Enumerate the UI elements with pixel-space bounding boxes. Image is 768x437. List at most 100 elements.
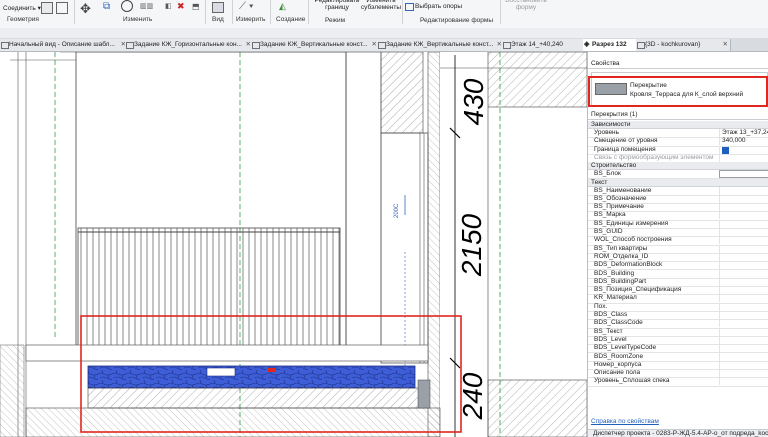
ribbon-divider	[308, 0, 309, 24]
copy-icon[interactable]: ⧉	[103, 1, 110, 12]
door-element	[380, 132, 429, 364]
measure-icon[interactable]: ⟋ ▾	[239, 1, 254, 12]
modify-panel-label: Изменить	[123, 16, 153, 23]
create-panel-label: Создание	[276, 16, 306, 23]
align-icon[interactable]: ▥▥	[140, 2, 153, 10]
property-key: Номер_корпуса	[594, 360, 642, 368]
property-key: BS_Примечание	[594, 203, 644, 211]
property-key: BDS_Level	[594, 335, 627, 343]
property-value[interactable]	[719, 244, 768, 253]
property-value[interactable]	[719, 261, 768, 270]
property-value[interactable]	[719, 186, 768, 195]
property-group-header[interactable]: Зависимости	[588, 121, 768, 129]
close-icon[interactable]: ✕	[723, 39, 728, 51]
properties-help-link[interactable]: Справка по свойствам	[591, 418, 659, 425]
concrete-wall	[380, 52, 424, 134]
property-value[interactable]	[719, 277, 768, 286]
property-group-header[interactable]: Текст	[588, 178, 768, 187]
selected-floor-slab[interactable]	[87, 365, 416, 389]
property-key: BDS_LevelTypeCode	[594, 344, 657, 352]
property-value[interactable]: 340,000	[719, 137, 768, 146]
mirror-icon[interactable]: ◧	[165, 2, 172, 10]
highlight-box	[588, 76, 768, 107]
property-value[interactable]	[719, 203, 768, 212]
property-value[interactable]: Этаж 13_+37,240	[719, 129, 768, 137]
reset-form-button[interactable]: Восстановить форму	[505, 0, 547, 11]
pin-icon[interactable]: ⬒	[192, 2, 200, 11]
property-value[interactable]	[719, 286, 768, 295]
property-value[interactable]	[719, 211, 768, 220]
property-row[interactable]: Уровень_Сплошая спека	[588, 377, 768, 387]
property-value[interactable]	[719, 369, 768, 378]
property-key: BS_Позиция_Спецификация	[594, 286, 682, 294]
drawing-canvas[interactable]: 200С 430 2150 240	[0, 52, 587, 437]
ribbon-divider	[500, 0, 501, 24]
ribbon-divider	[74, 0, 75, 24]
edit-boundary-button[interactable]: Редактировать границу	[312, 0, 362, 11]
floor-structure	[87, 387, 429, 409]
property-value[interactable]	[719, 360, 768, 369]
property-key: BS_Блок	[594, 170, 621, 178]
rotate-icon[interactable]	[121, 0, 133, 12]
property-key: Уровень	[594, 129, 620, 136]
property-key: KR_Материал	[594, 294, 637, 302]
property-value[interactable]	[719, 228, 768, 236]
property-key: BS_Обозначение	[594, 194, 647, 202]
section-drawing: 200С	[0, 52, 587, 437]
property-key: Граница помещения	[594, 145, 656, 153]
checkbox-checked-icon[interactable]	[722, 146, 729, 154]
property-value[interactable]	[719, 319, 768, 328]
tab-start-view[interactable]: Начальный вид - Описание шабл... ✕	[0, 39, 129, 51]
property-value[interactable]	[719, 335, 768, 344]
property-value[interactable]	[719, 236, 768, 245]
property-value[interactable]	[719, 269, 768, 278]
move-icon[interactable]: ✥	[80, 1, 91, 17]
property-value[interactable]	[719, 194, 768, 203]
property-value[interactable]	[719, 311, 768, 319]
dimension-430[interactable]: 430	[458, 72, 489, 132]
property-value[interactable]	[719, 377, 768, 386]
mode-panel-label: Режим	[325, 17, 346, 24]
property-value[interactable]	[719, 302, 768, 311]
view-icon	[378, 42, 386, 49]
join-geometry-icon[interactable]	[56, 2, 68, 14]
property-group-header[interactable]: Строительство	[588, 162, 768, 171]
create-icon[interactable]: ◭	[279, 1, 286, 12]
property-value[interactable]	[719, 219, 768, 228]
tab-kzh-vertical-2[interactable]: Задание КЖ_Вертикальные конст... ✕	[377, 39, 505, 51]
instance-selector[interactable]: Перекрытия (1)	[591, 111, 638, 118]
tab-kzh-vertical-1[interactable]: Задание КЖ_Вертикальные конст... ✕	[251, 39, 380, 51]
property-value[interactable]	[719, 352, 768, 361]
tab-3d-view[interactable]: {3D - kochkurovan} ✕	[636, 39, 731, 51]
delete-icon[interactable]: ✖	[177, 1, 185, 12]
tab-floor-14[interactable]: Этаж 14_+40,240✕	[502, 39, 592, 51]
view-icon	[1, 42, 9, 49]
property-value[interactable]	[719, 344, 768, 353]
property-value[interactable]	[719, 294, 768, 303]
view-icon[interactable]	[212, 2, 224, 13]
pick-supports-button[interactable]: Выбрать опоры	[415, 3, 462, 10]
view-icon	[126, 42, 134, 49]
cut-geometry-icon[interactable]	[41, 2, 53, 14]
property-value[interactable]	[719, 170, 768, 179]
ribbon-bottom-strip	[0, 28, 768, 38]
project-browser-header[interactable]: Диспетчер проекта - 0283-Р-ЖД-5.4-АР-о_о…	[588, 429, 768, 437]
tab-kzh-horizontal[interactable]: Задание КЖ_Горизонтальные кон... ✕	[125, 39, 254, 51]
property-key: BS_Единицы измерения	[594, 219, 669, 227]
property-value[interactable]	[719, 252, 768, 261]
property-value[interactable]	[719, 327, 768, 336]
connect-button[interactable]: Соединить ▾	[3, 4, 41, 12]
property-key: Связь с формообразующим элементом	[594, 153, 714, 161]
door-tag[interactable]: 200С	[394, 203, 400, 218]
property-checkbox[interactable]	[719, 145, 768, 154]
property-value[interactable]	[719, 153, 768, 162]
measure-panel-label: Измерить	[236, 16, 266, 23]
wall-section	[0, 344, 25, 437]
property-key: BDS_RoomZone	[594, 352, 644, 360]
dimension-240[interactable]: 240	[457, 361, 488, 431]
dimension-2150[interactable]: 2150	[456, 205, 487, 285]
ribbon-divider	[205, 0, 206, 24]
ribbon-divider	[232, 0, 233, 24]
pick-supports-icon	[405, 3, 414, 11]
edit-subelements-button[interactable]: Изменить субэлементы	[360, 0, 402, 11]
